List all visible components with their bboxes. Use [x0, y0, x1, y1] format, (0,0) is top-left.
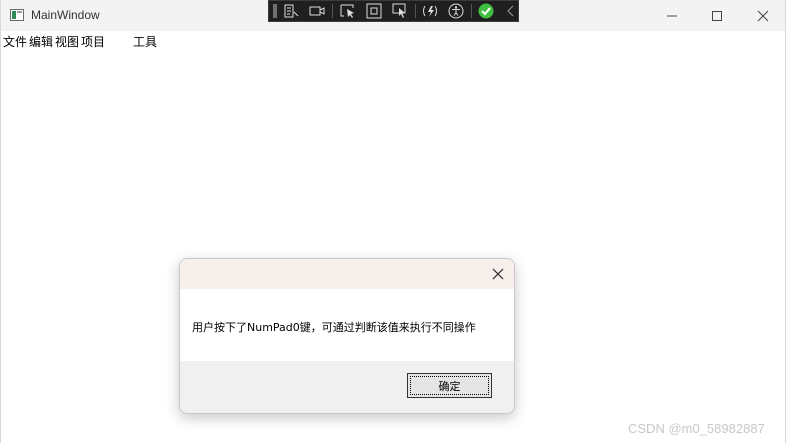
message-box: 用户按下了NumPad0键，可通过判断该值来执行不同操作 确定 [179, 258, 515, 414]
hot-reload-icon[interactable] [421, 3, 439, 19]
watermark-text: CSDN @m0_58982887 [628, 421, 765, 436]
message-box-footer: 确定 [180, 361, 514, 413]
close-icon [757, 10, 769, 21]
minimize-button[interactable] [649, 0, 695, 31]
main-window: MainWindow 文件 编辑 视图 项目 工具 用户按下了NumPad0键，… [0, 0, 786, 443]
message-box-title-bar[interactable] [180, 259, 514, 289]
menu-edit[interactable]: 编辑 [29, 34, 53, 50]
close-button[interactable] [740, 0, 786, 31]
wpf-debug-toolbar [268, 0, 519, 22]
accessibility-icon[interactable] [447, 3, 465, 19]
binding-check-icon[interactable] [477, 3, 495, 19]
window-title: MainWindow [31, 8, 100, 22]
menu-project[interactable]: 项目 [81, 34, 105, 50]
menu-bar: 文件 编辑 视图 项目 工具 [1, 31, 785, 51]
toolbar-grip-icon[interactable] [273, 4, 277, 18]
title-bar[interactable]: MainWindow [1, 0, 785, 31]
app-window-icon [10, 9, 24, 21]
menu-view[interactable]: 视图 [55, 34, 79, 50]
maximize-icon [712, 10, 722, 21]
minimize-icon [667, 15, 677, 16]
toolbar-separator [332, 4, 333, 18]
menu-file[interactable]: 文件 [3, 34, 27, 50]
select-element-icon[interactable] [339, 3, 357, 19]
ok-button[interactable]: 确定 [407, 373, 492, 398]
live-visual-tree-icon[interactable] [282, 3, 300, 19]
toolbar-separator [471, 4, 472, 18]
message-box-text: 用户按下了NumPad0键，可通过判断该值来执行不同操作 [192, 321, 476, 334]
close-icon [492, 268, 504, 280]
collapse-chevron-icon[interactable] [503, 3, 521, 19]
display-layout-adorners-icon[interactable] [365, 3, 383, 19]
record-icon[interactable] [308, 3, 326, 19]
menu-tools[interactable]: 工具 [133, 34, 157, 50]
toolbar-separator [415, 4, 416, 18]
maximize-button[interactable] [694, 0, 740, 31]
message-box-close-button[interactable] [482, 259, 514, 289]
track-focus-icon[interactable] [391, 3, 409, 19]
